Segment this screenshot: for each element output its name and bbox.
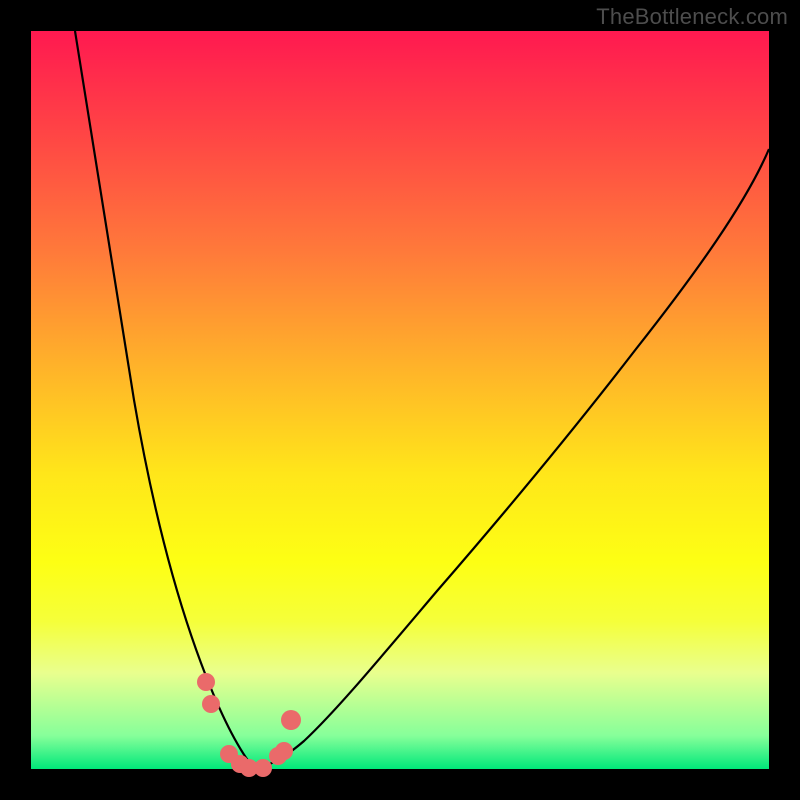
- chart-frame: TheBottleneck.com: [0, 0, 800, 800]
- plot-area: [31, 31, 769, 769]
- highlight-markers: [197, 673, 301, 777]
- bottleneck-curve: [31, 31, 769, 769]
- curve-left-branch: [75, 31, 253, 769]
- watermark-text: TheBottleneck.com: [596, 4, 788, 30]
- curve-right-branch: [253, 149, 769, 769]
